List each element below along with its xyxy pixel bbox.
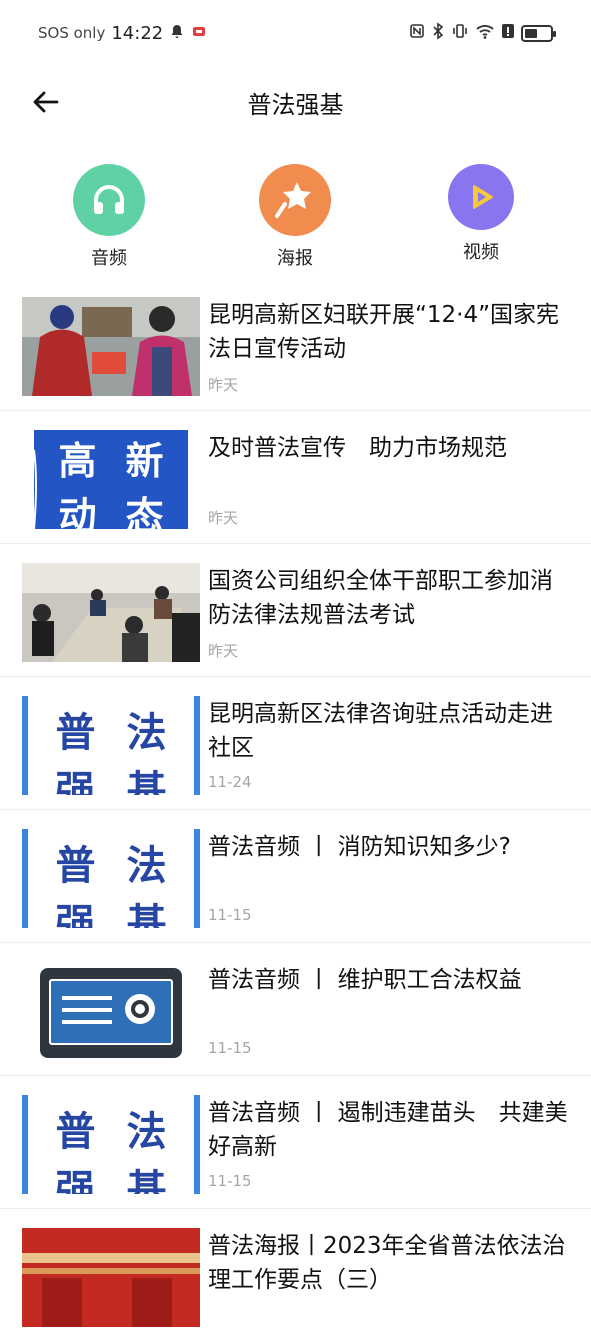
status-right (409, 22, 556, 44)
news-title: 及时普法宣传 助力市场规范 (208, 435, 507, 461)
banner-char: 普 (55, 1109, 96, 1155)
vibrate-icon (451, 22, 469, 44)
news-title: 普法海报丨2023年全省普法依法治理工作要点（三） (208, 1233, 566, 1293)
banner-text: 普 法 强 基 (22, 696, 200, 795)
news-item[interactable]: 普 法 强 基 普法音频 丨 遏制违建苗头 共建美好高新 11-15 (0, 1076, 591, 1209)
news-item[interactable]: 高 新 动 态 及时普法宣传 助力市场规范 昨天 (0, 411, 591, 544)
news-title: 昆明高新区妇联开展“12·4”国家宪法日宣传活动 (208, 302, 560, 362)
category-label: 视频 (463, 242, 499, 263)
banner-char: 基 (126, 768, 167, 795)
category-audio[interactable]: 音频 (59, 160, 159, 270)
news-item[interactable]: 普法音频 丨 维护职工合法权益 11-15 (0, 943, 591, 1076)
news-date: 昨天 (208, 509, 239, 527)
news-date: 昨天 (208, 642, 239, 660)
news-thumbnail-banner: 普 法 强 基 (22, 696, 200, 795)
news-item[interactable]: 普 法 强 基 普法音频 丨 消防知识知多少? 11-15 (0, 810, 591, 943)
news-thumbnail-banner: 普 法 强 基 (22, 829, 200, 928)
banner-char: 强 (55, 901, 96, 928)
news-date: 11-15 (208, 1172, 252, 1190)
news-thumbnail-photo (22, 563, 200, 662)
news-item[interactable]: 昆明高新区妇联开展“12·4”国家宪法日宣传活动 昨天 (0, 278, 591, 411)
news-item[interactable]: 普法海报丨2023年全省普法依法治理工作要点（三） (0, 1209, 591, 1342)
banner-char: 法 (126, 710, 167, 756)
nfc-icon (409, 23, 425, 43)
bluetooth-icon (431, 22, 445, 44)
back-arrow-icon (33, 91, 59, 113)
banner-char: 法 (126, 843, 167, 889)
bell-icon (169, 23, 185, 43)
headphones-icon (73, 164, 145, 236)
news-date: 昨天 (208, 376, 239, 394)
category-label: 海报 (277, 248, 313, 269)
news-date: 11-24 (208, 773, 252, 791)
banner-text: 普 法 强 基 (22, 829, 200, 928)
news-date: 11-15 (208, 1039, 252, 1057)
banner-char: 强 (55, 1167, 96, 1194)
category-video[interactable]: 视频 (431, 160, 531, 264)
star-wand-icon (259, 164, 331, 236)
banner-char: 普 (55, 843, 96, 889)
banner-text: 普 法 强 基 (22, 1095, 200, 1194)
category-row: 音频 海报 视频 (0, 160, 591, 275)
radio-icon (22, 962, 200, 1061)
banner-text: 高 新 动 态 (22, 430, 200, 529)
carrier-text: SOS only (38, 24, 106, 42)
banner-char: 基 (126, 901, 167, 928)
clock: 14:22 (111, 22, 164, 44)
banner-char: 基 (126, 1167, 167, 1194)
news-title: 普法音频 丨 消防知识知多少? (208, 834, 511, 860)
news-title: 昆明高新区法律咨询驻点活动走进社区 (208, 701, 553, 761)
status-left: SOS only 14:22 (38, 23, 207, 44)
news-date: 11-15 (208, 906, 252, 924)
news-item[interactable]: 普 法 强 基 昆明高新区法律咨询驻点活动走进社区 11-24 (0, 677, 591, 810)
alert-icon (501, 22, 515, 44)
banner-char: 法 (126, 1109, 167, 1155)
news-thumbnail-banner: 普 法 强 基 (22, 1095, 200, 1194)
news-title: 国资公司组织全体干部职工参加消防法律法规普法考试 (208, 568, 553, 628)
status-bar: SOS only 14:22 (0, 0, 591, 66)
news-item[interactable]: 国资公司组织全体干部职工参加消防法律法规普法考试 昨天 (0, 544, 591, 677)
banner-char: 新 (125, 439, 164, 483)
news-title: 普法音频 丨 维护职工合法权益 (208, 967, 522, 993)
category-poster[interactable]: 海报 (245, 160, 345, 270)
banner-char: 普 (55, 710, 96, 756)
app-notification-icon (191, 23, 207, 43)
battery-icon (521, 24, 556, 42)
back-button[interactable] (28, 84, 64, 120)
news-thumbnail-photo (22, 297, 200, 396)
play-icon (448, 164, 514, 230)
news-title: 普法音频 丨 遏制违建苗头 共建美好高新 (208, 1100, 568, 1160)
banner-char: 高 (58, 439, 97, 483)
wifi-icon (475, 22, 495, 44)
category-label: 音频 (91, 248, 127, 269)
banner-char: 态 (125, 494, 164, 529)
news-thumbnail-poster (22, 1228, 200, 1327)
header: 普法强基 (0, 66, 591, 138)
news-thumbnail-banner: 高 新 动 态 (22, 430, 200, 529)
page-title: 普法强基 (247, 90, 344, 119)
banner-char: 动 (58, 494, 97, 529)
banner-char: 强 (55, 768, 96, 795)
